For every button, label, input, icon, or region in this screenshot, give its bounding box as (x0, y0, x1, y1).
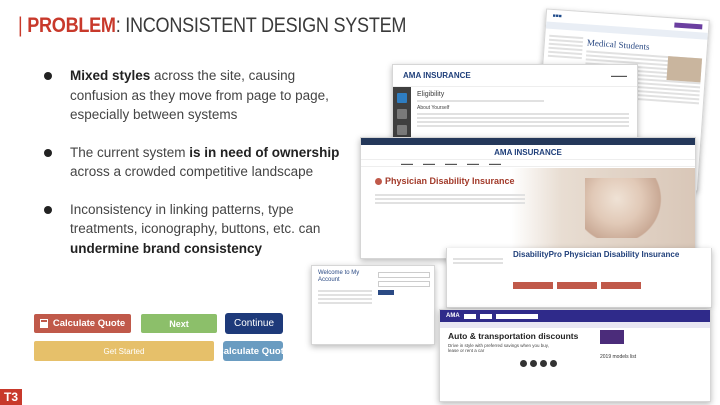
auto-subheading: Drive in style with preferred savings wh… (448, 343, 549, 353)
calculate-quote-button-blue[interactable]: Calculate Quote (217, 341, 289, 361)
auto-heading: Auto & transportation discounts (448, 331, 579, 341)
next-button[interactable]: Next (141, 314, 217, 333)
shield-icon (375, 178, 382, 186)
promo-card (600, 330, 624, 344)
bullet-item: Inconsistency in linking patterns, type … (40, 200, 340, 259)
calculator-icon (39, 319, 48, 328)
screenshot-physician-disability: AMA INSURANCE ▬▬▬ ▬▬▬ ▬▬▬ ▬▬▬ ▬▬▬ Physician … (360, 137, 696, 259)
top-nav: ▬▬▬ ▬▬▬ ▬▬▬ ▬▬▬ ▬▬▬ (361, 159, 695, 167)
utility-bar (361, 138, 695, 145)
screenshot-auto-discounts: AMA Auto & transportation discounts Driv… (439, 309, 711, 402)
continue-button[interactable]: Continue (225, 313, 283, 334)
site-logo: ■■■ (552, 12, 562, 20)
get-started-button[interactable]: Get Started (34, 341, 214, 361)
eligibility-heading: Eligibility (417, 91, 445, 98)
ama-brand: AMA INSURANCE (403, 71, 471, 80)
detail-buttons (513, 282, 641, 289)
bullet-list: Mixed styles across the site, causing co… (40, 66, 340, 276)
screenshot-my-account: Welcome to My Account (311, 265, 435, 345)
slide-title: | PROBLEM: INCONSISTENT DESIGN SYSTEM (18, 14, 406, 38)
bullet-dot-icon (44, 205, 52, 214)
bullet-emphasis: is in need of ownership (189, 144, 340, 160)
header-contact: ▬▬▬▬ (611, 73, 627, 78)
hero-photo (585, 178, 665, 238)
search-box (495, 313, 538, 319)
screenshot-physician-detail: DisabilityPro Physician Disability Insur… (446, 248, 712, 308)
bullet-emphasis: undermine brand consistency (70, 240, 263, 256)
detail-heading: DisabilityPro Physician Disability Insur… (513, 250, 680, 259)
hero-banner: Physician Disability Insurance (361, 168, 695, 258)
ama-header: AMA (440, 310, 710, 322)
student-photo (666, 56, 703, 83)
bullet-item: Mixed styles across the site, causing co… (40, 66, 340, 125)
models-list-title: 2019 models list (600, 354, 637, 360)
purple-banner (674, 21, 703, 29)
bullet-dot-icon (44, 148, 52, 157)
subnav (440, 322, 710, 328)
bullet-emphasis: Mixed styles (70, 68, 151, 83)
ama-brand: AMA INSURANCE (494, 147, 562, 157)
bullet-item: The current system is in need of ownersh… (40, 143, 340, 182)
calculate-quote-button-red[interactable]: Calculate Quote (34, 314, 131, 333)
t3-logo: T3 (0, 389, 22, 405)
login-form (378, 270, 430, 295)
title-rest: : INCONSISTENT DESIGN SYSTEM (115, 14, 407, 37)
login-button (378, 290, 394, 295)
social-icons (520, 360, 557, 367)
title-accent-bar: | (18, 14, 28, 37)
title-highlight: PROBLEM (27, 14, 116, 37)
bullet-dot-icon (44, 72, 52, 80)
physician-heading: Physician Disability Insurance (385, 176, 515, 186)
eligibility-subheading: About Yourself (417, 105, 450, 111)
account-heading: Welcome to My Account (318, 270, 360, 283)
